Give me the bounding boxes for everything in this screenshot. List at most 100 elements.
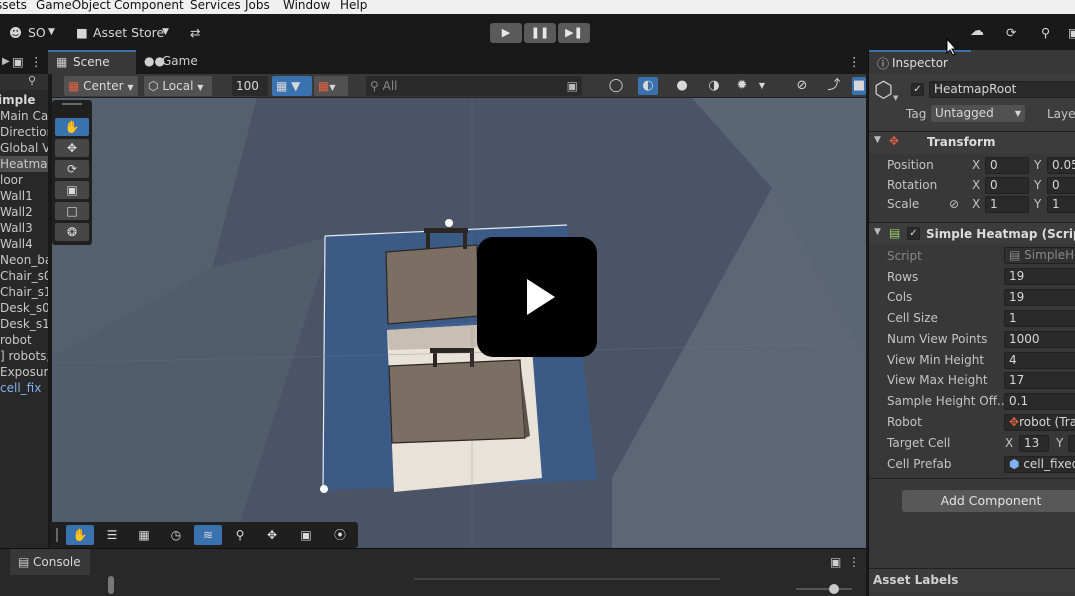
console-scrollbar[interactable] [414, 578, 720, 580]
hierarchy-item[interactable]: Chair_s0 [0, 268, 48, 284]
scale-y-field[interactable]: 1 [1047, 196, 1075, 213]
component-enabled-checkbox[interactable]: ✓ [907, 227, 920, 240]
num-view-points-field[interactable]: 1000 [1004, 331, 1075, 348]
account-dropdown-icon[interactable]: ▼ [48, 27, 55, 37]
compass-button[interactable]: ⦿ [326, 525, 354, 545]
hierarchy-item[interactable]: Exposure [0, 364, 48, 380]
search-filter-icon[interactable]: ▣ [567, 76, 578, 96]
collapse-arrow-icon[interactable]: ▼ [874, 227, 881, 237]
active-checkbox[interactable]: ✓ [911, 83, 924, 96]
hierarchy-item[interactable]: Wall4 [0, 236, 33, 252]
transform-tool[interactable]: ❂ [55, 223, 89, 241]
cell-size-field[interactable]: 1 [1004, 310, 1075, 327]
hierarchy-item[interactable]: Wall3 [0, 220, 33, 236]
account-icon[interactable]: ☻ [9, 25, 22, 40]
robot-object-field[interactable]: ✥robot (Tra [1004, 414, 1075, 431]
view-min-height-field[interactable]: 4 [1004, 352, 1075, 369]
expand-arrow-icon[interactable]: › [47, 381, 48, 395]
layout-icon[interactable]: ▣ [1068, 25, 1075, 40]
hierarchy-scene-menu-icon[interactable]: ⋮ [43, 93, 48, 107]
hierarchy-menu-icon[interactable]: ⋮ [30, 50, 43, 74]
hand-tool[interactable]: ✋ [55, 118, 89, 136]
history-icon[interactable]: ⟳ [1006, 25, 1016, 40]
scene-viewport[interactable] [52, 98, 866, 548]
pivot-space-dropdown[interactable]: ⬡ Local ▼ [144, 76, 212, 96]
frame-selected-button[interactable]: ✥ [258, 525, 286, 545]
add-component-button[interactable]: Add Component [902, 490, 1075, 512]
cols-field[interactable]: 19 [1004, 289, 1075, 306]
snap-settings-toggle[interactable]: ▦▼ [314, 76, 348, 96]
grid-size-field[interactable]: 100 [232, 76, 268, 96]
hierarchy-item[interactable]: Global Vo [0, 140, 48, 156]
panel-collapse-icon[interactable]: ▶ [2, 50, 10, 74]
hierarchy-item[interactable]: robot [0, 332, 32, 348]
hierarchy-item[interactable]: Wall1 [0, 188, 33, 204]
navigation-button[interactable]: ≋ [194, 525, 222, 545]
console-menu-icon[interactable]: ⋮ [848, 555, 860, 569]
effects-toggle-icon[interactable]: ✹ [732, 77, 752, 95]
pause-button[interactable]: ❚❚ [524, 23, 556, 43]
overlay-drag-handle[interactable] [62, 103, 82, 105]
search-scene-button[interactable]: ⚲ [226, 525, 254, 545]
hierarchy-item[interactable]: Main Cam [0, 108, 48, 124]
menu-help[interactable]: Help [340, 0, 367, 11]
lock-icon[interactable]: ▣ [12, 50, 24, 74]
version-control-icon[interactable]: ⇄ [190, 25, 200, 40]
effects-dropdown-icon[interactable]: ▼ [752, 77, 772, 95]
layers-button[interactable]: ☰ [98, 525, 126, 545]
view-tool-button[interactable]: ✋ [66, 525, 94, 545]
scale-x-field[interactable]: 1 [985, 196, 1029, 213]
rows-field[interactable]: 19 [1004, 268, 1075, 285]
2d-3d-toggle-icon[interactable]: ◐ [638, 77, 658, 95]
orientation-button[interactable]: ◷ [162, 525, 190, 545]
hierarchy-search-icon[interactable]: ⚲ [28, 74, 36, 87]
rotation-y-field[interactable]: 0 [1047, 177, 1075, 194]
hierarchy-item[interactable]: Chair_s1 [0, 284, 48, 300]
menu-gameobject[interactable]: GameObject [36, 0, 111, 11]
menu-component[interactable]: Component [114, 0, 184, 11]
grid-toggle-button[interactable]: ▦ [130, 525, 158, 545]
position-y-field[interactable]: 0.05 [1047, 157, 1075, 174]
hierarchy-item[interactable]: Desk_s1 [0, 316, 48, 332]
overlay-drag-handle[interactable] [56, 528, 58, 542]
sample-height-offset-field[interactable]: 0.1 [1004, 393, 1075, 410]
hierarchy-item[interactable]: ] robots, [0, 348, 48, 364]
view-max-height-field[interactable]: 17 [1004, 372, 1075, 389]
position-x-field[interactable]: 0 [985, 157, 1029, 174]
hierarchy-item-selected[interactable]: Heatmap [0, 156, 48, 172]
cell-prefab-field[interactable]: ⬢ cell_fixed [1004, 456, 1075, 473]
asset-store-dropdown-icon[interactable]: ▼ [162, 27, 169, 37]
transform-header[interactable]: ▼ ✥ Transform [869, 132, 1075, 154]
cloud-icon[interactable]: ☁ [970, 23, 984, 39]
step-button[interactable]: ▶❚ [558, 23, 590, 43]
icon-dropdown-icon[interactable]: ▼ [893, 94, 898, 102]
scale-tool[interactable]: ▣ [55, 181, 89, 199]
rotation-x-field[interactable]: 0 [985, 177, 1029, 194]
target-cell-y-field[interactable] [1068, 435, 1075, 452]
hierarchy-search[interactable]: ⚲ [0, 74, 48, 90]
asset-store-icon[interactable]: ■ [76, 25, 88, 40]
rect-tool[interactable]: □ [55, 202, 89, 220]
console-splitter[interactable] [108, 576, 114, 594]
scene-camera-icon[interactable]: ■ [852, 77, 866, 95]
menu-window[interactable]: Window [283, 0, 330, 11]
grid-snapping-toggle[interactable]: ▦ ▼ [272, 76, 312, 96]
constrain-proportions-icon[interactable]: ⊘ [949, 197, 959, 211]
search-icon[interactable]: ⚲ [1041, 25, 1050, 40]
object-name-input[interactable]: HeatmapRoot [929, 81, 1075, 98]
collapse-arrow-icon[interactable]: ▼ [874, 135, 881, 145]
lighting-toggle-icon[interactable]: ● [672, 77, 692, 95]
draw-mode-icon[interactable]: ◯ [606, 77, 626, 95]
hierarchy-item[interactable]: Neon_ball [0, 252, 48, 268]
account-label[interactable]: SO [28, 25, 46, 40]
menu-assets[interactable]: ssets [0, 0, 27, 11]
script-component-header[interactable]: ▼ ▤ ✓ Simple Heatmap (Script) [869, 222, 1075, 244]
hierarchy-item[interactable]: Directiona [0, 124, 48, 140]
pivot-mode-dropdown[interactable]: ▦ Center ▼ [64, 76, 138, 96]
scene-menu-icon[interactable]: ⋮ [848, 50, 861, 74]
tab-game[interactable]: ●● Game [140, 50, 220, 74]
gizmos-icon[interactable]: ⤴ [824, 77, 844, 95]
menu-jobs[interactable]: Jobs [245, 0, 270, 11]
menu-services[interactable]: Services [190, 0, 241, 11]
asset-store-button[interactable]: Asset Store [93, 25, 164, 40]
